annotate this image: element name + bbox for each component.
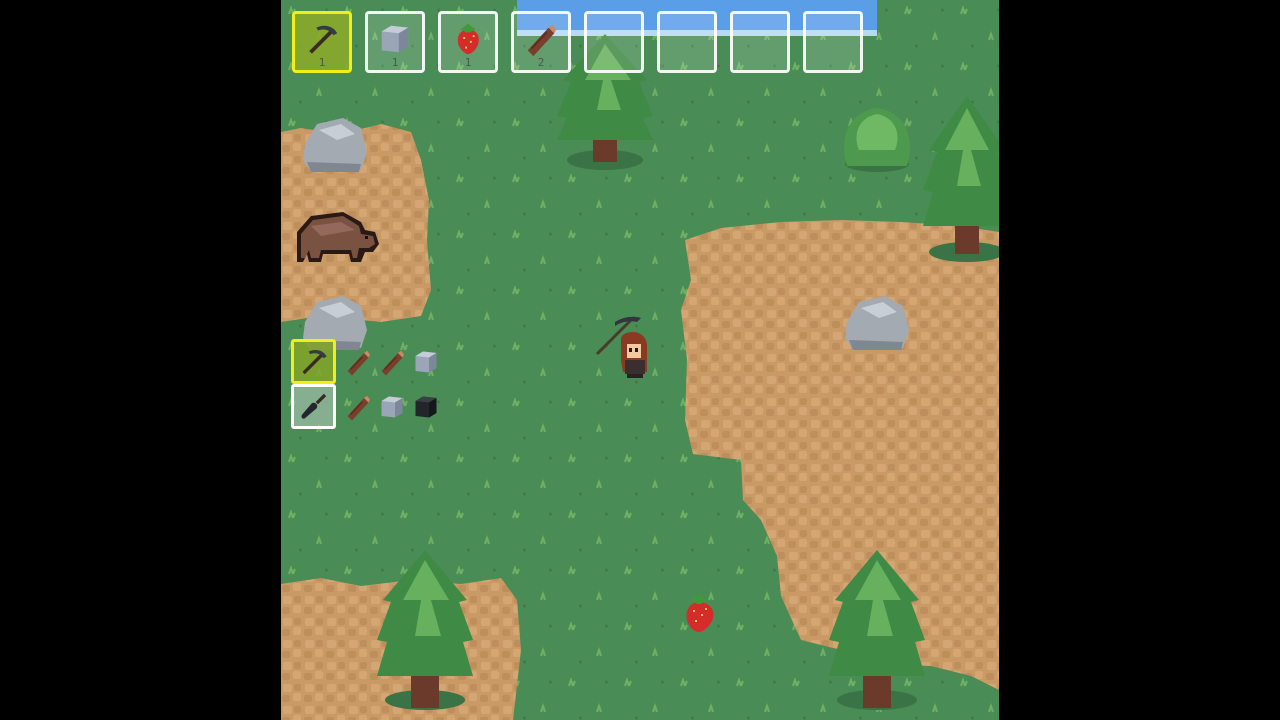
- hotbar-slot-8[interactable]: [803, 11, 863, 73]
- coal-icon: [411, 392, 441, 422]
- game-viewport[interactable]: 1 1 1 2: [281, 0, 999, 720]
- hotbar-slot-4[interactable]: 2: [511, 11, 571, 73]
- hotbar-slot-6[interactable]: [657, 11, 717, 73]
- hotbar-slot-3[interactable]: 1: [438, 11, 498, 73]
- stone-icon: [411, 347, 441, 377]
- log-icon: [343, 392, 373, 422]
- hotbar-slot-7[interactable]: [730, 11, 790, 73]
- log-icon: [343, 347, 373, 377]
- log-icon: [377, 347, 407, 377]
- craft-pickaxe-button[interactable]: [291, 339, 336, 384]
- slot-count: 1: [391, 56, 399, 69]
- slot-count: 2: [537, 56, 545, 69]
- slot-count: 1: [464, 56, 472, 69]
- slot-count: 1: [318, 56, 326, 69]
- craft-shovel-button[interactable]: [291, 384, 336, 429]
- stone-icon: [377, 392, 407, 422]
- hotbar-slot-2[interactable]: 1: [365, 11, 425, 73]
- hotbar-slot-5[interactable]: [584, 11, 644, 73]
- hotbar-slot-1[interactable]: 1: [292, 11, 352, 73]
